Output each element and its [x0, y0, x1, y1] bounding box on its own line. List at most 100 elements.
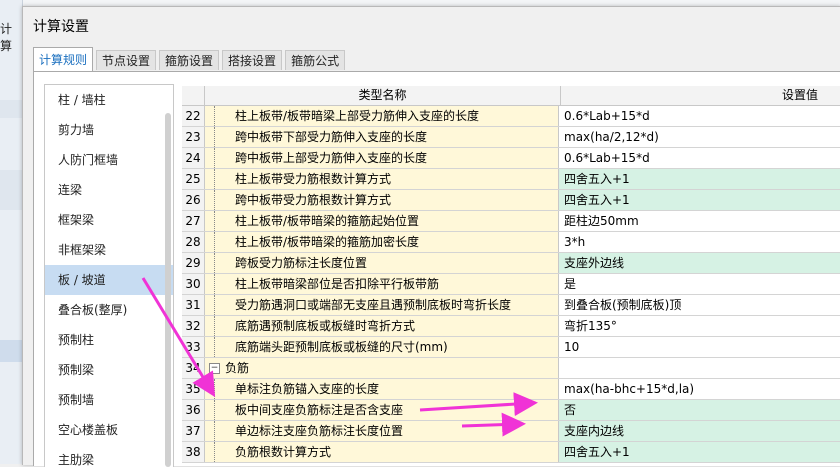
tab-stirrup-formula[interactable]: 箍筋公式: [285, 50, 346, 70]
table-row[interactable]: 35 单标注负筋锚入支座的长度 max(ha-bhc+15*d,la): [182, 379, 840, 400]
row-setting-value[interactable]: max(ha/2,12*d): [559, 127, 840, 147]
row-number: 27: [182, 211, 205, 231]
tab-node-settings[interactable]: 节点设置: [96, 50, 157, 70]
row-type-name-cell: 柱上板带/板带暗梁的箍筋起始位置: [205, 211, 559, 231]
row-type-name-cell: 受力筋遇洞口或端部无支座且遇预制底板时弯折长度: [205, 295, 559, 315]
table-row[interactable]: 30 柱上板带暗梁部位是否扣除平行板带筋 是: [182, 274, 840, 295]
row-number: 35: [182, 379, 205, 399]
row-type-name-cell: 底筋遇预制底板或板缝时弯折方式: [205, 316, 559, 336]
row-type-name: 单标注负筋锚入支座的长度: [235, 382, 380, 396]
table-row[interactable]: 27 柱上板带/板带暗梁的箍筋起始位置 距柱边50mm: [182, 211, 840, 232]
row-type-name: 柱上板带/板带暗梁上部受力筋伸入支座的长度: [235, 109, 480, 123]
tree-guide-line: [214, 400, 216, 420]
table-row[interactable]: 31 受力筋遇洞口或端部无支座且遇预制底板时弯折长度 到叠合板(预制底板)顶: [182, 295, 840, 316]
list-item-precast-column[interactable]: 预制柱: [45, 325, 173, 355]
table-row[interactable]: 22 柱上板带/板带暗梁上部受力筋伸入支座的长度 0.6*Lab+15*d: [182, 106, 840, 127]
row-setting-value[interactable]: max(ha-bhc+15*d,la): [559, 379, 840, 399]
row-setting-value[interactable]: 距柱边50mm: [559, 211, 840, 231]
tab-bar: 计算规则 节点设置 箍筋设置 搭接设置 箍筋公式: [33, 47, 348, 71]
row-setting-value[interactable]: 否: [559, 400, 840, 420]
table-row[interactable]: 25 柱上板带受力筋根数计算方式 四舍五入+1: [182, 169, 840, 190]
tree-guide-line: [214, 106, 216, 126]
list-item-column[interactable]: 柱 / 墙柱: [45, 85, 173, 115]
list-item-slab-ramp[interactable]: 板 / 坡道: [45, 265, 173, 295]
table-row[interactable]: 26 跨中板带受力筋根数计算方式 四舍五入+1: [182, 190, 840, 211]
tab-calc-rules[interactable]: 计算规则: [33, 47, 94, 71]
table-row[interactable]: 29 跨板受力筋标注长度位置 支座外边线: [182, 253, 840, 274]
background-panel-block: [0, 170, 22, 210]
row-type-name: 跨中板带受力筋根数计算方式: [235, 193, 392, 207]
table-row[interactable]: 24 跨中板带上部受力筋伸入支座的长度 0.6*Lab+15*d: [182, 148, 840, 169]
row-type-name: 受力筋遇洞口或端部无支座且遇预制底板时弯折长度: [235, 298, 512, 312]
row-type-name-cell: 单标注负筋锚入支座的长度: [205, 379, 559, 399]
row-setting-value[interactable]: 3*h: [559, 232, 840, 252]
row-setting-value: [559, 358, 840, 378]
row-setting-value[interactable]: 到叠合板(预制底板)顶: [559, 295, 840, 315]
row-setting-value[interactable]: 支座内边线: [559, 421, 840, 441]
list-item-shear-wall[interactable]: 剪力墙: [45, 115, 173, 145]
row-number: 36: [182, 400, 205, 420]
row-type-name-cell: 柱上板带/板带暗梁的箍筋加密长度: [205, 232, 559, 252]
tree-guide-line: [214, 337, 216, 357]
row-number: 38: [182, 442, 205, 462]
list-item-civil-defense-door-wall[interactable]: 人防门框墙: [45, 145, 173, 175]
tree-guide-line: [214, 442, 216, 462]
list-item-precast-beam[interactable]: 预制梁: [45, 355, 173, 385]
row-type-name: 柱上板带/板带暗梁的箍筋加密长度: [235, 235, 420, 249]
row-number: 28: [182, 232, 205, 252]
column-header-setting-value[interactable]: 设置值: [782, 86, 840, 105]
row-type-name-cell: 跨板受力筋标注长度位置: [205, 253, 559, 273]
list-item-precast-wall[interactable]: 预制墙: [45, 385, 173, 415]
table-row[interactable]: 38 负筋根数计算方式 四舍五入+1: [182, 442, 840, 463]
row-type-name-cell: 柱上板带受力筋根数计算方式: [205, 169, 559, 189]
column-header-type-name[interactable]: 类型名称: [204, 86, 561, 105]
collapse-toggle-icon[interactable]: −: [209, 363, 220, 374]
row-setting-value[interactable]: 四舍五入+1: [559, 169, 840, 189]
tree-guide-line: [214, 190, 216, 210]
row-number: 31: [182, 295, 205, 315]
row-type-name: 单边标注支座负筋标注长度位置: [235, 424, 404, 438]
settings-grid: 类型名称 设置值 22 柱上板带/板带暗梁上部受力筋伸入支座的长度 0.6*Lab+…: [182, 86, 840, 466]
row-type-name-cell: 板中间支座负筋标注是否含支座: [205, 400, 559, 420]
tab-panel: 柱 / 墙柱 剪力墙 人防门框墙 连梁 框架梁 非框架梁 板 / 坡道 叠合板(…: [33, 71, 840, 467]
list-item-non-frame-beam[interactable]: 非框架梁: [45, 235, 173, 265]
row-setting-value[interactable]: 支座外边线: [559, 253, 840, 273]
list-item-composite-slab[interactable]: 叠合板(整厚): [45, 295, 173, 325]
tree-guide-line: [214, 127, 216, 147]
row-type-name: 跨板受力筋标注长度位置: [235, 256, 368, 270]
row-setting-value[interactable]: 四舍五入+1: [559, 442, 840, 462]
list-item-hollow-floor-slab[interactable]: 空心楼盖板: [45, 415, 173, 445]
list-scrollbar[interactable]: [165, 113, 171, 467]
table-row[interactable]: 28 柱上板带/板带暗梁的箍筋加密长度 3*h: [182, 232, 840, 253]
row-type-name: 柱上板带暗梁部位是否扣除平行板带筋: [235, 277, 440, 291]
group-row[interactable]: 34− 负筋: [182, 358, 840, 379]
row-number: 23: [182, 127, 205, 147]
tab-stirrup-settings[interactable]: 箍筋设置: [159, 50, 220, 70]
row-type-name-cell: 底筋端头距预制底板或板缝的尺寸(mm): [205, 337, 559, 357]
background-panel-block: [0, 100, 22, 118]
row-setting-value[interactable]: 10: [559, 337, 840, 357]
table-row[interactable]: 33 底筋端头距预制底板或板缝的尺寸(mm) 10: [182, 337, 840, 358]
row-setting-value[interactable]: 0.6*Lab+15*d: [559, 148, 840, 168]
table-row[interactable]: 37 单边标注支座负筋标注长度位置 支座内边线: [182, 421, 840, 442]
table-row[interactable]: 32 底筋遇预制底板或板缝时弯折方式 弯折135°: [182, 316, 840, 337]
row-setting-value[interactable]: 0.6*Lab+15*d: [559, 106, 840, 126]
tree-guide-line: [214, 316, 216, 336]
grid-header: 类型名称 设置值: [182, 86, 840, 106]
table-row[interactable]: 36 板中间支座负筋标注是否含支座 否: [182, 400, 840, 421]
tab-lap-settings[interactable]: 搭接设置: [222, 50, 283, 70]
row-number: 34: [182, 358, 205, 378]
row-setting-value[interactable]: 四舍五入+1: [559, 190, 840, 210]
row-number: 30: [182, 274, 205, 294]
row-setting-value[interactable]: 弯折135°: [559, 316, 840, 336]
tree-guide-line: [214, 379, 216, 399]
row-type-name-cell: 跨中板带上部受力筋伸入支座的长度: [205, 148, 559, 168]
list-item-frame-beam[interactable]: 框架梁: [45, 205, 173, 235]
row-setting-value[interactable]: 是: [559, 274, 840, 294]
calc-settings-dialog: 计算设置 计算规则 节点设置 箍筋设置 搭接设置 箍筋公式 柱 / 墙柱 剪力墙…: [22, 6, 840, 467]
tree-guide-line: [214, 295, 216, 315]
row-number: 25: [182, 169, 205, 189]
list-item-coupling-beam[interactable]: 连梁: [45, 175, 173, 205]
row-number: 26: [182, 190, 205, 210]
table-row[interactable]: 23 跨中板带下部受力筋伸入支座的长度 max(ha/2,12*d): [182, 127, 840, 148]
